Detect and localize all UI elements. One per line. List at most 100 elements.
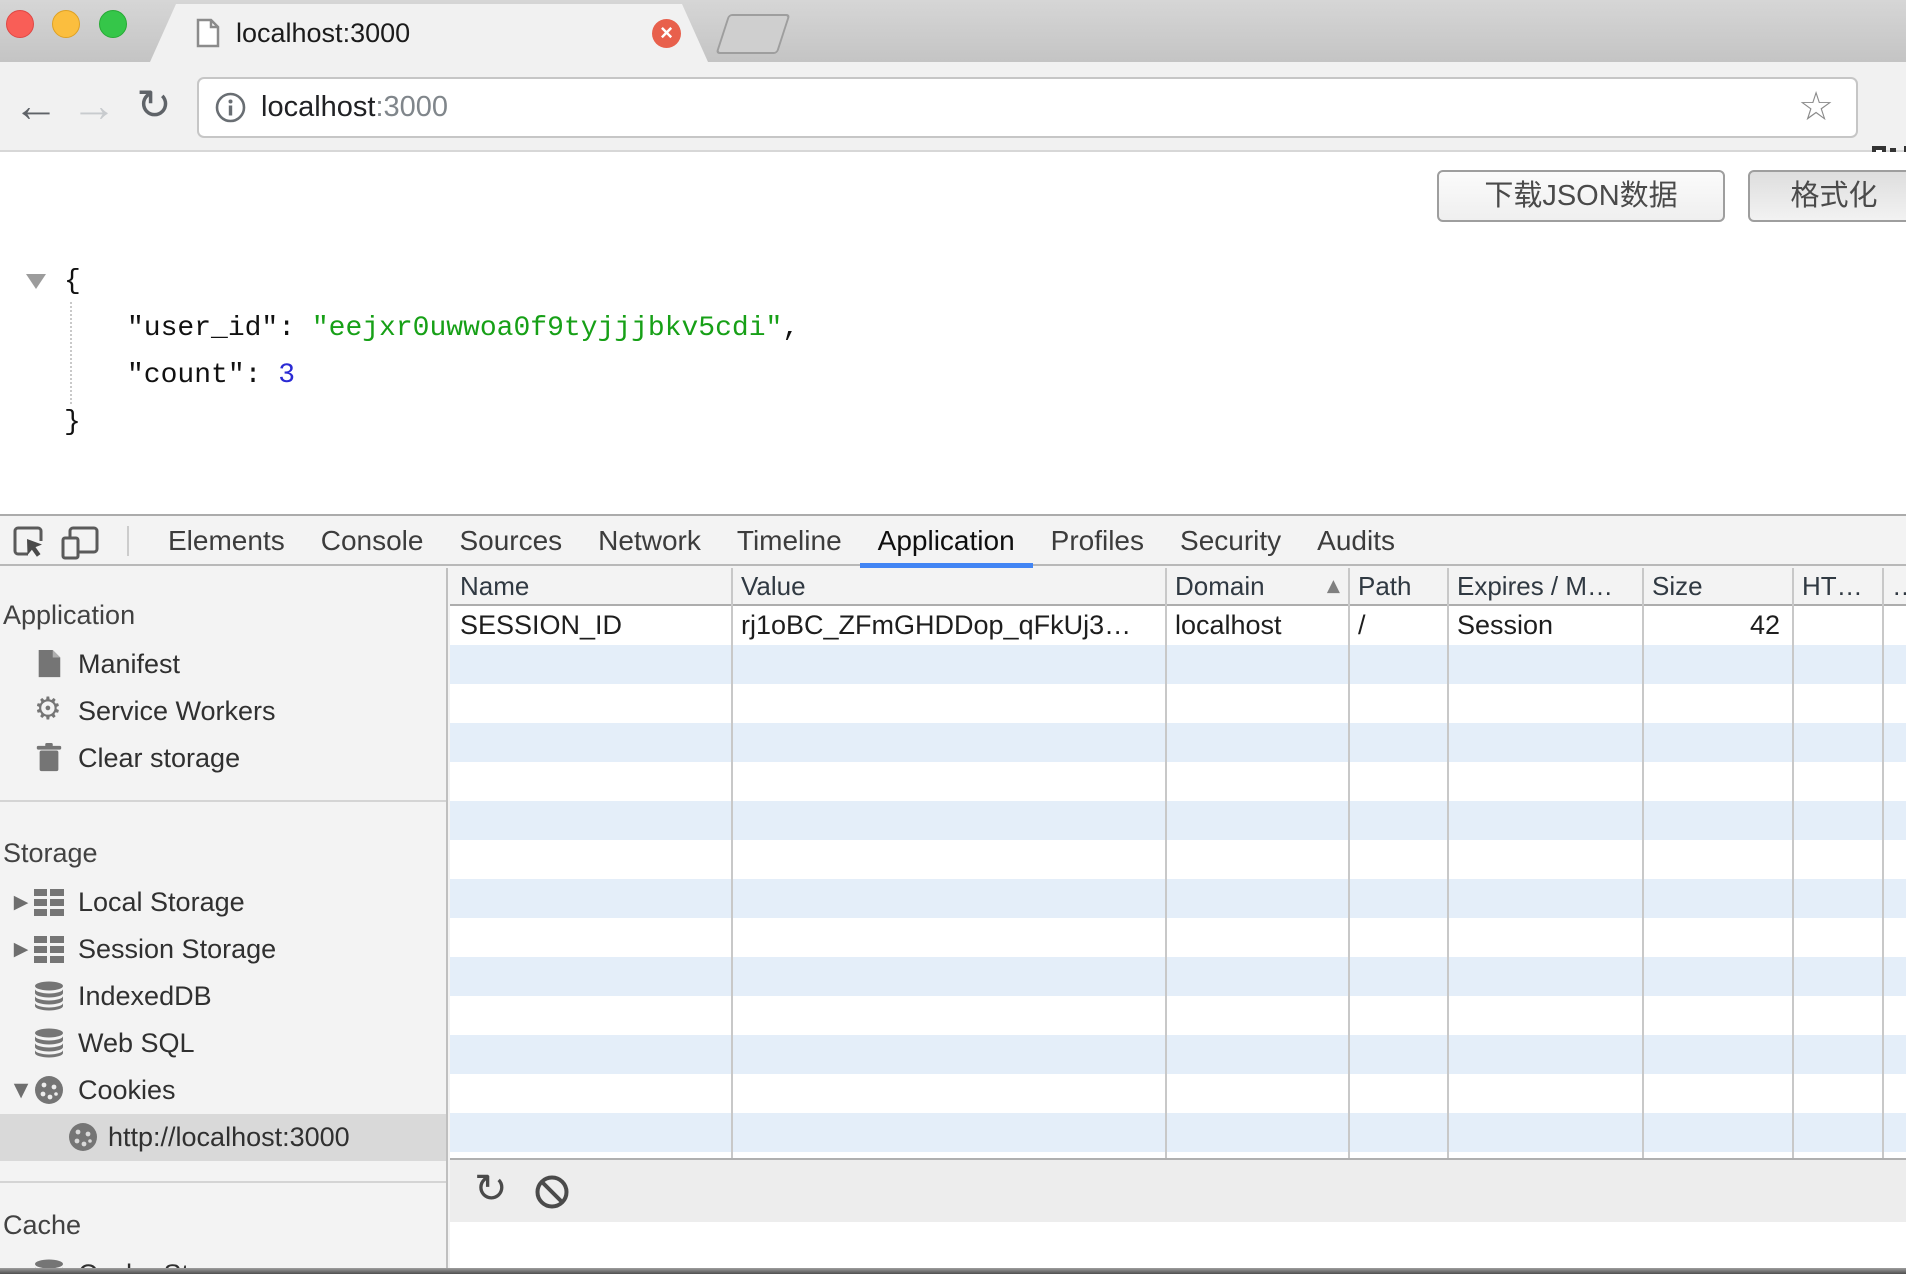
tab-console[interactable]: Console <box>303 516 442 566</box>
sidebar-item-local-storage[interactable]: ▶ Local Storage <box>0 879 446 926</box>
json-key: "count" <box>127 360 245 391</box>
sidebar-item-web-sql[interactable]: Web SQL <box>0 1020 446 1067</box>
address-bar[interactable]: localhost:3000 ☆ <box>197 77 1858 138</box>
page-icon <box>196 18 220 48</box>
column-header-expires[interactable]: Expires / M… <box>1447 568 1642 604</box>
column-header-name[interactable]: Name <box>450 568 731 604</box>
column-header-http[interactable]: HT… <box>1792 568 1882 604</box>
database-icon <box>35 981 63 1011</box>
tab-close-icon[interactable]: × <box>652 19 681 48</box>
json-key: "user_id" <box>127 313 279 344</box>
sidebar-item-manifest[interactable]: Manifest <box>0 641 446 688</box>
cookie-name: SESSION_ID <box>460 610 623 640</box>
cookie-table-body: SESSION_ID rj1oBC_ZFmGHDDop_qFkUj3… loca… <box>450 606 1906 1158</box>
cookie-table: Name Value Domain ▲ Path Expires / M… Siz… <box>450 568 1906 1270</box>
download-json-button[interactable]: 下载JSON数据 <box>1437 170 1725 222</box>
sidebar-divider <box>0 800 446 802</box>
column-header-path[interactable]: Path <box>1348 568 1447 604</box>
document-icon <box>38 649 61 678</box>
cookie-http <box>1792 606 1882 645</box>
column-header-size[interactable]: Size <box>1642 568 1792 604</box>
json-open-brace: { <box>64 266 81 297</box>
tab-network[interactable]: Network <box>580 516 719 566</box>
column-divider[interactable] <box>1165 568 1167 1158</box>
column-divider[interactable] <box>1348 568 1350 1158</box>
json-close-brace: } <box>64 407 81 438</box>
column-divider[interactable] <box>1882 568 1884 1158</box>
devtools-toolbar: Elements Console Sources Network Timelin… <box>0 516 1906 568</box>
window-minimize-button[interactable] <box>52 10 80 38</box>
table-icon <box>34 889 64 916</box>
chevron-down-icon[interactable]: ▼ <box>8 1067 34 1114</box>
table-icon <box>34 936 64 963</box>
column-header-value[interactable]: Value <box>731 568 1165 604</box>
sort-ascending-icon: ▲ <box>1326 576 1340 596</box>
browser-tab[interactable]: localhost:3000 × <box>150 4 708 62</box>
table-row[interactable]: SESSION_ID rj1oBC_ZFmGHDDop_qFkUj3… loca… <box>450 606 1906 645</box>
trash-icon <box>36 743 62 772</box>
cookie-table-header: Name Value Domain ▲ Path Expires / M… Siz… <box>450 568 1906 606</box>
forward-icon[interactable]: → <box>66 62 122 152</box>
gear-icon: ⚙ <box>34 691 62 727</box>
back-icon[interactable]: ← <box>8 62 64 152</box>
clear-cookies-icon[interactable] <box>534 1174 570 1210</box>
cookie-table-footer: ↻ <box>450 1158 1906 1222</box>
column-divider[interactable] <box>731 568 733 1158</box>
refresh-icon[interactable]: ↻ <box>126 62 182 152</box>
cookie-path: / <box>1358 610 1366 640</box>
cookie-expires: Session <box>1457 610 1554 640</box>
json-line-count: "count": 3 <box>127 360 296 391</box>
refresh-cookies-icon[interactable]: ↻ <box>474 1160 508 1222</box>
url-text: localhost:3000 <box>261 79 448 136</box>
url-port: :3000 <box>375 91 449 123</box>
device-toolbar-icon[interactable] <box>60 526 100 560</box>
browser-toolbar: ← → ↻ localhost:3000 ☆ <box>0 62 1906 192</box>
json-collapse-icon[interactable] <box>26 274 46 289</box>
window-zoom-button[interactable] <box>99 10 127 38</box>
json-number-value: 3 <box>278 360 296 391</box>
tab-profiles[interactable]: Profiles <box>1033 516 1162 566</box>
tab-timeline[interactable]: Timeline <box>719 516 860 566</box>
cookie-domain: localhost <box>1175 610 1282 640</box>
format-button[interactable]: 格式化 <box>1748 170 1906 222</box>
json-line-user-id: "user_id": "eejxr0uwwoa0f9tyjjjbkv5cdi", <box>127 313 800 344</box>
tab-application[interactable]: Application <box>859 516 1033 568</box>
page-content: 下载JSON数据 格式化 { "user_id": "eejxr0uwwoa0f9… <box>0 152 1906 514</box>
sidebar-item-session-storage[interactable]: ▶ Session Storage <box>0 926 446 973</box>
inspect-element-icon[interactable] <box>12 525 46 559</box>
bookmark-star-icon[interactable]: ☆ <box>1798 79 1834 136</box>
column-divider[interactable] <box>1792 568 1794 1158</box>
column-divider[interactable] <box>1642 568 1644 1158</box>
devtools-tabs: Elements Console Sources Network Timelin… <box>150 516 1413 568</box>
cookie-size: 42 <box>1749 610 1780 640</box>
section-header-application: Application <box>3 600 136 630</box>
info-icon[interactable] <box>215 92 246 123</box>
sidebar-item-cookies[interactable]: ▼ Cookies <box>0 1067 446 1114</box>
tab-sources[interactable]: Sources <box>441 516 580 566</box>
tab-audits[interactable]: Audits <box>1299 516 1413 566</box>
sidebar-item-cookies-localhost[interactable]: http://localhost:3000 <box>0 1114 446 1161</box>
devtools-panel: Elements Console Sources Network Timelin… <box>0 514 1906 1274</box>
cookie-icon <box>35 1076 63 1104</box>
chevron-right-icon[interactable]: ▶ <box>8 926 34 973</box>
section-header-cache: Cache <box>3 1210 82 1240</box>
window-bottom-edge <box>0 1268 1906 1274</box>
toolbar-separator <box>127 526 129 556</box>
tab-security[interactable]: Security <box>1162 516 1299 566</box>
cookie-value: rj1oBC_ZFmGHDDop_qFkUj3… <box>741 610 1132 640</box>
url-host: localhost <box>261 91 376 123</box>
cookie-icon <box>69 1123 97 1151</box>
database-icon <box>35 1028 63 1058</box>
new-tab-button[interactable] <box>715 14 791 54</box>
column-divider[interactable] <box>1447 568 1449 1158</box>
column-header-extra[interactable]: … <box>1882 568 1906 604</box>
sidebar-item-clear-storage[interactable]: Clear storage <box>0 735 446 782</box>
tab-elements[interactable]: Elements <box>150 516 303 566</box>
cookie-extra <box>1882 606 1906 645</box>
application-sidebar: Application Manifest ⚙ Service Workers C… <box>0 568 448 1270</box>
window-close-button[interactable] <box>6 10 34 38</box>
column-header-domain[interactable]: Domain ▲ <box>1165 568 1348 604</box>
chevron-right-icon[interactable]: ▶ <box>8 879 34 926</box>
sidebar-item-indexeddb[interactable]: IndexedDB <box>0 973 446 1020</box>
sidebar-item-service-workers[interactable]: ⚙ Service Workers <box>0 688 446 735</box>
